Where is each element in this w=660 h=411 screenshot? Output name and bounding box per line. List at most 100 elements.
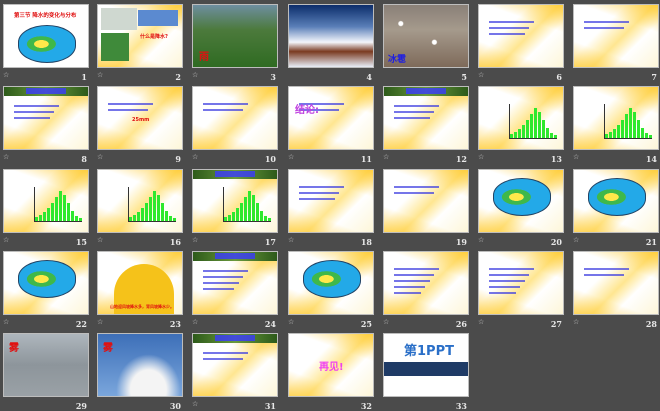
slide-preview[interactable] bbox=[288, 169, 374, 233]
slide-preview[interactable]: 什么是降水? bbox=[97, 4, 183, 68]
animation-star-icon[interactable]: ☆ bbox=[97, 154, 105, 161]
slide-thumbnail-1[interactable]: 第三节 降水的变化与分布 ☆ 1 bbox=[3, 4, 89, 82]
slide-number: 22 bbox=[75, 319, 87, 329]
slide-preview[interactable]: 第三节 降水的变化与分布 bbox=[3, 4, 89, 68]
slide-thumbnail-3[interactable]: 雨 ☆ 3 bbox=[192, 4, 278, 82]
slide-thumbnail-9[interactable]: 25mm ☆ 9 bbox=[97, 86, 183, 164]
slide-preview[interactable] bbox=[573, 86, 659, 150]
slide-preview[interactable]: 冰雹 bbox=[383, 4, 469, 68]
animation-star-icon[interactable]: ☆ bbox=[192, 154, 200, 161]
slide-thumbnail-6[interactable]: ☆ 6 bbox=[478, 4, 564, 82]
slide-preview[interactable] bbox=[383, 86, 469, 150]
slide-thumbnail-14[interactable]: ☆ 14 bbox=[573, 86, 659, 164]
animation-star-icon[interactable]: ☆ bbox=[97, 319, 105, 326]
animation-star-icon[interactable]: ☆ bbox=[383, 319, 391, 326]
photo bbox=[101, 8, 137, 30]
slide-thumbnail-19[interactable]: 19 bbox=[383, 169, 469, 247]
animation-star-icon[interactable]: ☆ bbox=[573, 237, 581, 244]
slide-title: 再见! bbox=[319, 362, 344, 373]
slide-thumbnail-33[interactable]: 第1PPT 33 bbox=[383, 333, 469, 411]
animation-star-icon[interactable]: ☆ bbox=[97, 72, 105, 79]
slide-thumbnail-2[interactable]: 什么是降水? ☆ 2 bbox=[97, 4, 183, 82]
slide-preview[interactable] bbox=[383, 251, 469, 315]
animation-star-icon[interactable]: ☆ bbox=[192, 72, 200, 79]
slide-preview[interactable]: 雾 bbox=[3, 333, 89, 397]
slide-thumbnail-8[interactable]: ☆ 8 bbox=[3, 86, 89, 164]
slide-thumbnail-24[interactable]: ☆ 24 bbox=[192, 251, 278, 329]
slide-preview[interactable] bbox=[478, 251, 564, 315]
slide-thumbnail-17[interactable]: ☆ 17 bbox=[192, 169, 278, 247]
slide-preview[interactable] bbox=[478, 4, 564, 68]
slide-preview[interactable]: 雾 bbox=[97, 333, 183, 397]
animation-star-icon[interactable]: ☆ bbox=[3, 237, 11, 244]
slide-thumbnail-26[interactable]: ☆ 26 bbox=[383, 251, 469, 329]
slide-preview[interactable]: 结论: bbox=[288, 86, 374, 150]
animation-star-icon[interactable]: ☆ bbox=[3, 72, 11, 79]
animation-star-icon[interactable]: ☆ bbox=[478, 72, 486, 79]
slide-preview[interactable] bbox=[573, 251, 659, 315]
ppt-band bbox=[384, 362, 468, 376]
animation-star-icon[interactable]: ☆ bbox=[383, 154, 391, 161]
slide-preview[interactable] bbox=[573, 169, 659, 233]
slide-thumbnail-15[interactable]: ☆ 15 bbox=[3, 169, 89, 247]
slide-thumbnail-23[interactable]: 山地迎风坡降水多，背风坡降水少。 ☆ 23 bbox=[97, 251, 183, 329]
slide-thumbnail-20[interactable]: ☆ 20 bbox=[478, 169, 564, 247]
slide-preview[interactable] bbox=[573, 4, 659, 68]
animation-star-icon[interactable]: ☆ bbox=[97, 237, 105, 244]
animation-star-icon[interactable]: ☆ bbox=[192, 319, 200, 326]
slide-thumbnail-11[interactable]: 结论: ☆ 11 bbox=[288, 86, 374, 164]
slide-thumbnail-32[interactable]: 再见! 32 bbox=[288, 333, 374, 411]
slide-preview[interactable] bbox=[288, 4, 374, 68]
slide-thumbnail-30[interactable]: 雾 30 bbox=[97, 333, 183, 411]
animation-star-icon[interactable]: ☆ bbox=[478, 237, 486, 244]
animation-star-icon[interactable]: ☆ bbox=[3, 154, 11, 161]
slide-thumbnail-22[interactable]: ☆ 22 bbox=[3, 251, 89, 329]
slide-thumbnail-31[interactable]: ☆ 31 bbox=[192, 333, 278, 411]
slide-preview[interactable] bbox=[192, 86, 278, 150]
slide-number: 2 bbox=[175, 72, 181, 82]
slide-preview[interactable] bbox=[192, 333, 278, 397]
animation-star-icon[interactable]: ☆ bbox=[288, 154, 296, 161]
slide-preview[interactable]: 第1PPT bbox=[383, 333, 469, 397]
slide-thumbnail-13[interactable]: ☆ 13 bbox=[478, 86, 564, 164]
slide-preview[interactable]: 25mm bbox=[97, 86, 183, 150]
slide-thumbnail-29[interactable]: 雾 29 bbox=[3, 333, 89, 411]
slide-preview[interactable] bbox=[192, 251, 278, 315]
slide-thumbnail-25[interactable]: ☆ 25 bbox=[288, 251, 374, 329]
slide-number: 10 bbox=[264, 154, 276, 164]
slide-thumbnail-12[interactable]: ☆ 12 bbox=[383, 86, 469, 164]
animation-star-icon[interactable]: ☆ bbox=[192, 401, 200, 408]
animation-star-icon[interactable]: ☆ bbox=[3, 319, 11, 326]
animation-star-icon[interactable]: ☆ bbox=[573, 154, 581, 161]
slide-number: 1 bbox=[81, 72, 87, 82]
slide-preview[interactable] bbox=[288, 251, 374, 315]
animation-star-icon[interactable]: ☆ bbox=[192, 237, 200, 244]
slide-title: 结论: bbox=[295, 105, 319, 116]
slide-thumbnail-18[interactable]: ☆ 18 bbox=[288, 169, 374, 247]
animation-star-icon[interactable]: ☆ bbox=[478, 319, 486, 326]
slide-preview[interactable] bbox=[3, 86, 89, 150]
animation-star-icon[interactable]: ☆ bbox=[288, 237, 296, 244]
slide-thumbnail-28[interactable]: ☆ 28 bbox=[573, 251, 659, 329]
slide-preview[interactable]: 雨 bbox=[192, 4, 278, 68]
slide-preview[interactable]: 再见! bbox=[288, 333, 374, 397]
slide-preview[interactable]: 山地迎风坡降水多，背风坡降水少。 bbox=[97, 251, 183, 315]
animation-star-icon[interactable]: ☆ bbox=[573, 319, 581, 326]
slide-preview[interactable] bbox=[97, 169, 183, 233]
slide-preview[interactable] bbox=[3, 169, 89, 233]
slide-thumbnail-4[interactable]: 4 bbox=[288, 4, 374, 82]
slide-preview[interactable] bbox=[478, 86, 564, 150]
animation-star-icon[interactable]: ☆ bbox=[478, 154, 486, 161]
slide-thumbnail-16[interactable]: ☆ 16 bbox=[97, 169, 183, 247]
slide-preview[interactable] bbox=[3, 251, 89, 315]
slide-thumbnail-10[interactable]: ☆ 10 bbox=[192, 86, 278, 164]
slide-thumbnail-5[interactable]: 冰雹 5 bbox=[383, 4, 469, 82]
slide-preview[interactable] bbox=[383, 169, 469, 233]
world-map bbox=[18, 260, 76, 298]
slide-thumbnail-21[interactable]: ☆ 21 bbox=[573, 169, 659, 247]
slide-thumbnail-27[interactable]: ☆ 27 bbox=[478, 251, 564, 329]
slide-thumbnail-7[interactable]: 7 bbox=[573, 4, 659, 82]
slide-preview[interactable] bbox=[478, 169, 564, 233]
animation-star-icon[interactable]: ☆ bbox=[288, 319, 296, 326]
slide-preview[interactable] bbox=[192, 169, 278, 233]
